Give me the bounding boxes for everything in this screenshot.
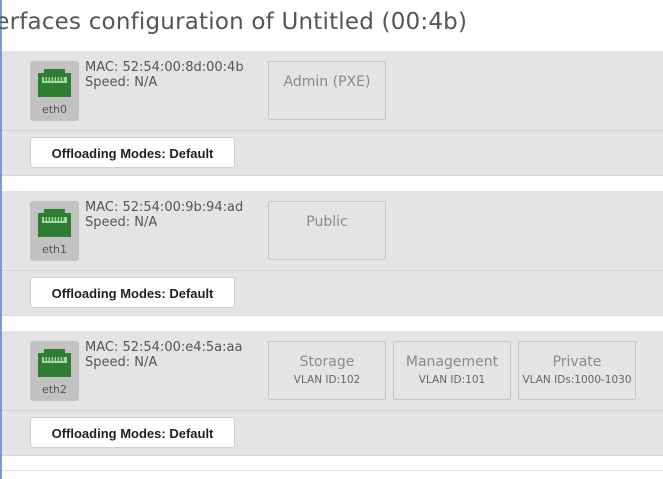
speed: Speed: N/A xyxy=(85,215,158,230)
port-eth2[interactable]: eth2 xyxy=(30,341,79,401)
port-label: eth2 xyxy=(41,383,68,396)
port-eth0[interactable]: eth0 xyxy=(30,61,79,121)
page-title: terfaces configuration of Untitled (00:4… xyxy=(0,9,468,35)
network-vlan: VLAN IDs:1000-1030 xyxy=(522,374,632,386)
port-eth1[interactable]: eth1 xyxy=(30,201,79,261)
interface-info: MAC: 52:54:00:9b:94:ad Speed: N/A xyxy=(85,200,243,230)
mac-address: MAC: 52:54:00:8d:00:4b xyxy=(85,60,244,75)
divider xyxy=(2,270,663,271)
ethernet-port-icon xyxy=(38,209,71,237)
network-name: Storage xyxy=(299,354,355,370)
divider xyxy=(2,410,663,411)
interface-info: MAC: 52:54:00:8d:00:4b Speed: N/A xyxy=(85,60,244,90)
network-name: Management xyxy=(405,354,499,370)
network-vlan: VLAN ID:101 xyxy=(418,374,486,386)
network-storage[interactable]: Storage VLAN ID:102 xyxy=(268,341,386,400)
speed: Speed: N/A xyxy=(85,75,158,90)
port-label: eth1 xyxy=(41,243,68,256)
mac-address: MAC: 52:54:00:e4:5a:aa xyxy=(85,340,243,355)
network-name: Public xyxy=(306,214,348,230)
interface-panel-eth2: eth2 MAC: 52:54:00:e4:5a:aa Speed: N/A S… xyxy=(2,331,663,456)
network-vlan: VLAN ID:102 xyxy=(293,374,361,386)
network-management[interactable]: Management VLAN ID:101 xyxy=(393,341,511,400)
network-private[interactable]: Private VLAN IDs:1000-1030 xyxy=(518,341,636,400)
ethernet-port-icon xyxy=(38,69,71,97)
port-label: eth0 xyxy=(41,103,68,116)
bottom-divider xyxy=(2,470,663,471)
interface-panel-eth0: eth0 MAC: 52:54:00:8d:00:4b Speed: N/A A… xyxy=(2,51,663,176)
speed: Speed: N/A xyxy=(85,355,158,370)
divider xyxy=(2,130,663,131)
network-public[interactable]: Public xyxy=(268,201,386,260)
offloading-modes-button[interactable]: Offloading Modes: Default xyxy=(30,277,235,308)
offloading-modes-button[interactable]: Offloading Modes: Default xyxy=(30,137,235,168)
offloading-modes-button[interactable]: Offloading Modes: Default xyxy=(30,417,235,448)
network-admin-pxe[interactable]: Admin (PXE) xyxy=(268,61,386,120)
network-name: Admin (PXE) xyxy=(283,74,371,90)
network-name: Private xyxy=(552,354,602,370)
interface-panel-eth1: eth1 MAC: 52:54:00:9b:94:ad Speed: N/A P… xyxy=(2,191,663,316)
mac-address: MAC: 52:54:00:9b:94:ad xyxy=(85,200,244,215)
interface-info: MAC: 52:54:00:e4:5a:aa Speed: N/A xyxy=(85,340,242,370)
ethernet-port-icon xyxy=(38,349,71,377)
